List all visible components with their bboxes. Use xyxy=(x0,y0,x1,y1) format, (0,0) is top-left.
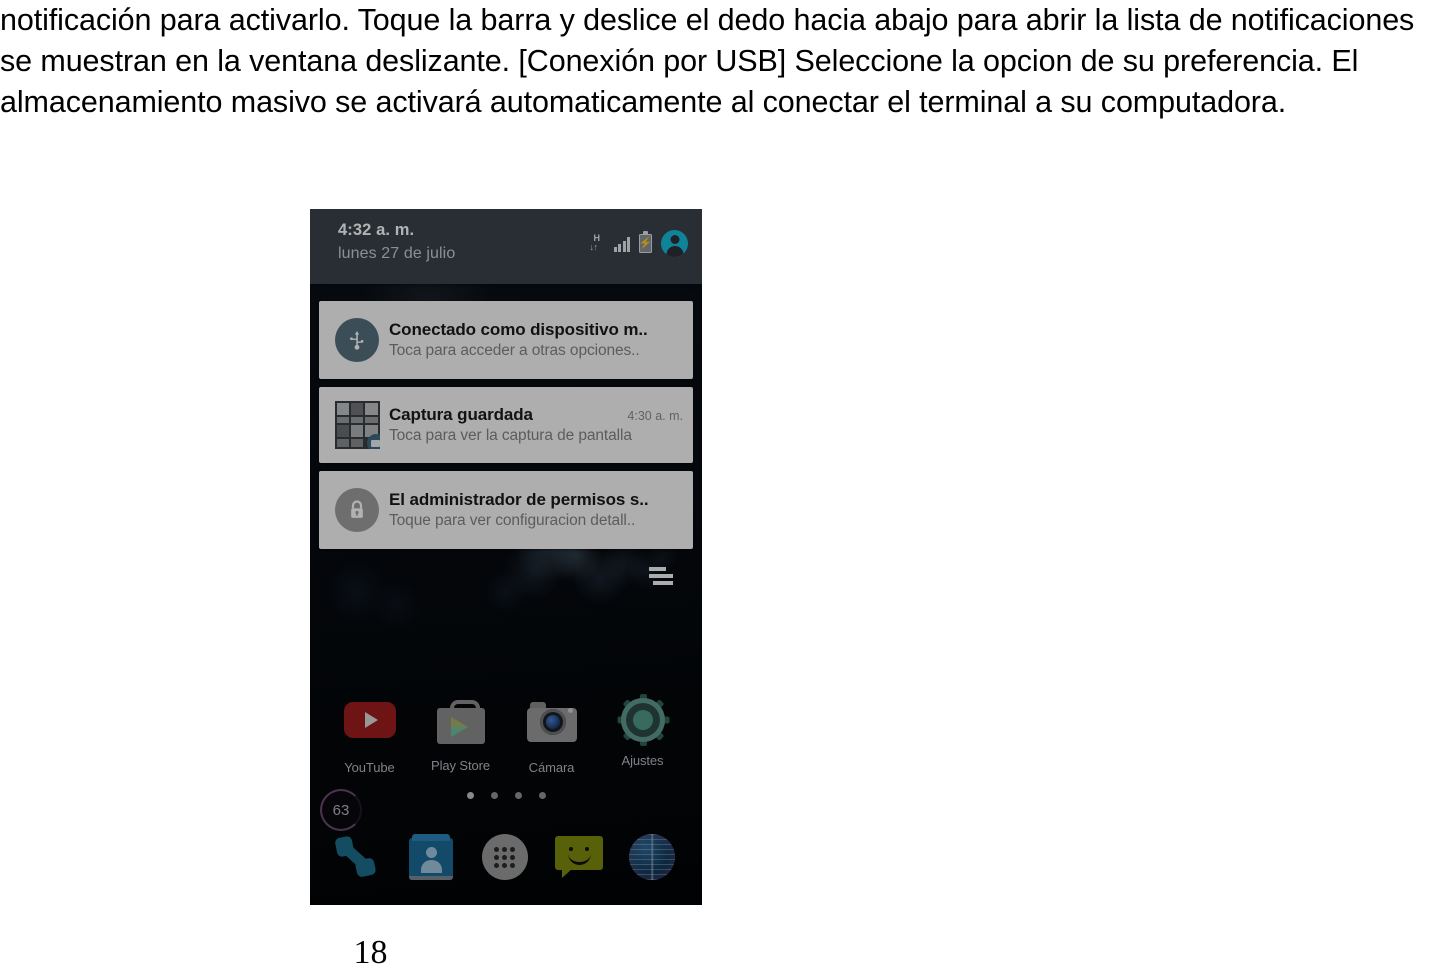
dock-item-phone[interactable] xyxy=(328,829,390,885)
notification-title: Conectado como dispositivo m.. xyxy=(389,320,648,339)
usb-icon xyxy=(335,318,379,362)
page-number: 18 xyxy=(353,934,388,971)
battery-bolt-glyph: ⚡ xyxy=(638,237,653,249)
app-icon-youtube[interactable]: YouTube xyxy=(332,694,408,775)
notification-card-screenshot-saved[interactable]: Captura guardada 4:30 a. m. Toca para ve… xyxy=(319,387,693,463)
notification-text-block: El administrador de permisos s.. Toque p… xyxy=(385,490,683,530)
home-dock xyxy=(310,829,702,885)
hspa-data-icon: H ↓↑ xyxy=(589,233,605,254)
dock-item-contacts[interactable] xyxy=(401,829,463,885)
home-app-row: YouTube Play Store Cámara Ajustes xyxy=(310,694,702,775)
home-page-indicator[interactable] xyxy=(310,792,702,799)
app-icon-camera[interactable]: Cámara xyxy=(514,694,590,775)
notification-subtitle: Toca para ver la captura de pantalla xyxy=(389,427,632,444)
image-badge-icon xyxy=(366,434,380,449)
notification-title: Captura guardada xyxy=(389,405,533,424)
app-label: Cámara xyxy=(528,760,575,775)
notification-title-row: Conectado como dispositivo m.. xyxy=(389,320,683,340)
messaging-icon xyxy=(554,836,603,878)
notification-subtitle: Toca para acceder a otras opciones.. xyxy=(389,342,640,359)
home-widget-lines[interactable] xyxy=(649,567,675,588)
signal-bars-icon xyxy=(613,236,630,252)
app-drawer-icon xyxy=(481,834,528,880)
page-dot[interactable] xyxy=(538,792,546,799)
manual-body-text: notificación para activarlo. Toque la ba… xyxy=(0,3,1423,119)
notification-title: El administrador de permisos s.. xyxy=(389,490,649,509)
notification-icon-slot xyxy=(329,488,385,532)
lock-icon xyxy=(335,488,379,532)
status-date: lunes 27 de julio xyxy=(338,245,456,262)
app-label: Ajustes xyxy=(621,753,664,768)
status-clock: 4:32 a. m. xyxy=(338,221,415,239)
user-avatar-icon[interactable] xyxy=(661,230,688,257)
page-dot[interactable] xyxy=(514,792,522,799)
browser-icon xyxy=(629,834,676,880)
page-dot[interactable] xyxy=(466,792,474,799)
notification-text-block: Conectado como dispositivo m.. Toca para… xyxy=(385,320,683,360)
notification-time: 4:30 a. m. xyxy=(627,409,683,423)
screenshot-thumbnail-icon xyxy=(334,401,380,449)
notification-card-permission-manager[interactable]: El administrador de permisos s.. Toque p… xyxy=(319,471,693,549)
dock-item-browser[interactable] xyxy=(622,829,684,885)
app-label: Play Store xyxy=(431,758,490,773)
notification-icon-slot xyxy=(329,318,385,362)
status-bar-panel: 4:32 a. m. lunes 27 de julio H ↓↑ ⚡ xyxy=(310,209,702,284)
notification-title-row: Captura guardada 4:30 a. m. xyxy=(389,405,683,425)
app-label: YouTube xyxy=(344,760,395,775)
youtube-icon xyxy=(343,702,396,754)
dock-item-messaging[interactable] xyxy=(549,829,611,885)
app-icon-settings[interactable]: Ajustes xyxy=(605,694,681,775)
phone-screenshot-figure: 4:32 a. m. lunes 27 de julio H ↓↑ ⚡ Cone… xyxy=(310,209,702,905)
hspa-arrows: ↓↑ xyxy=(589,241,599,252)
camera-icon xyxy=(526,702,578,754)
phone-icon xyxy=(334,835,380,879)
status-icon-group: H ↓↑ ⚡ xyxy=(589,230,688,257)
battery-charging-icon: ⚡ xyxy=(638,231,653,253)
dock-item-app-drawer[interactable] xyxy=(475,829,537,885)
notification-icon-slot xyxy=(329,401,385,449)
settings-gear-icon xyxy=(617,694,669,747)
play-store-icon xyxy=(435,700,487,752)
notification-title-row: El administrador de permisos s.. xyxy=(389,490,683,510)
page-dot[interactable] xyxy=(490,792,498,799)
app-icon-play-store[interactable]: Play Store xyxy=(423,694,499,775)
contacts-icon xyxy=(409,834,454,880)
notification-card-usb-connection[interactable]: Conectado como dispositivo m.. Toca para… xyxy=(319,301,693,379)
notification-text-block: Captura guardada 4:30 a. m. Toca para ve… xyxy=(385,405,683,445)
notification-subtitle: Toque para ver configuracion detall.. xyxy=(389,512,636,529)
